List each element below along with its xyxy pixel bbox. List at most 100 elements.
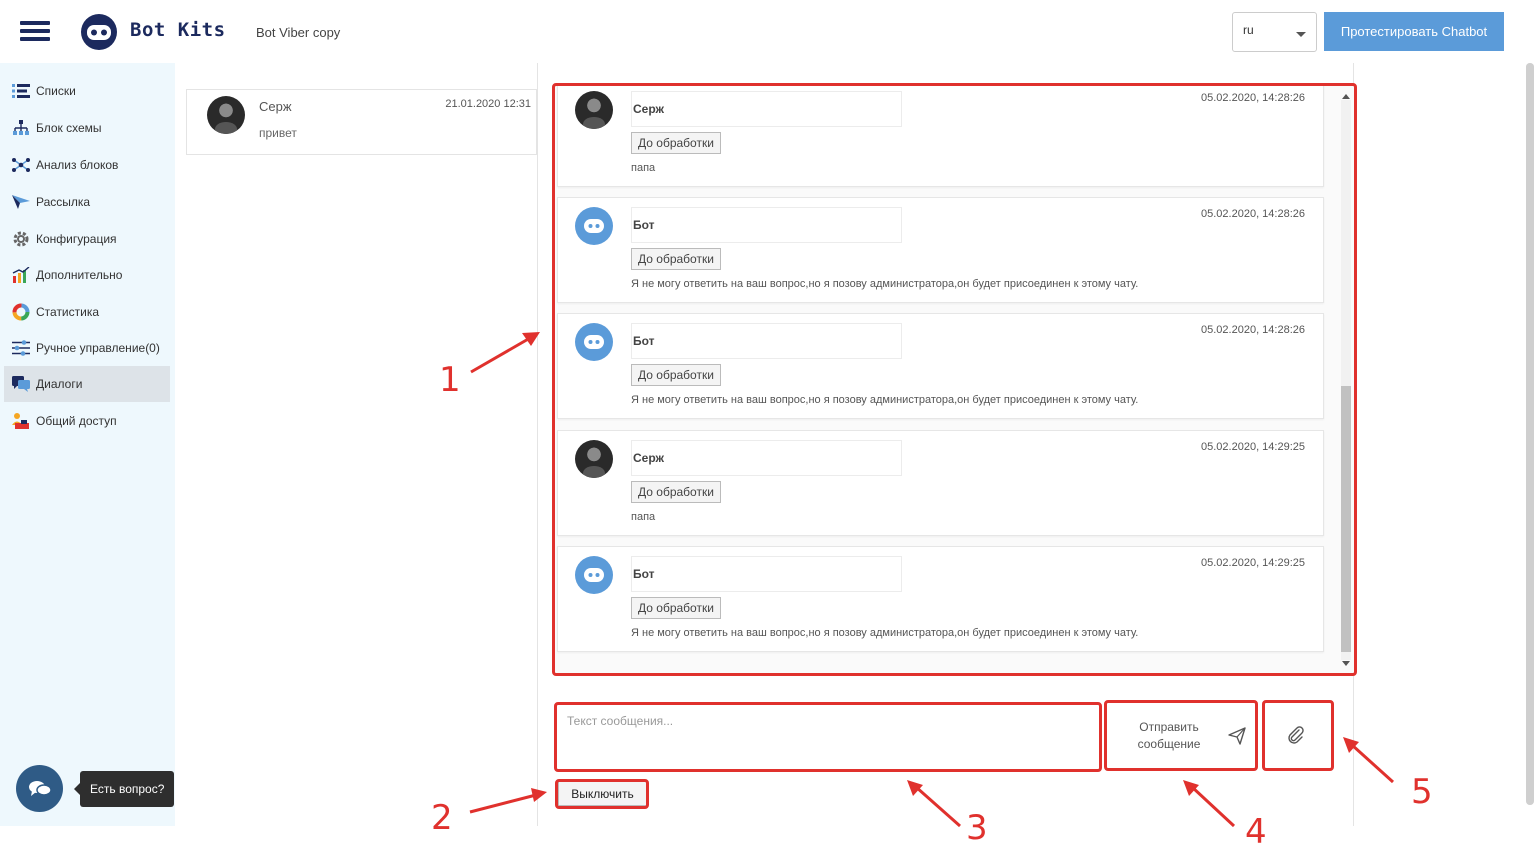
annotation-number: 5	[1411, 772, 1433, 812]
menu-icon[interactable]	[20, 21, 50, 41]
message-item: Бот До обработки Я не могу ответить на в…	[557, 313, 1324, 419]
message-timestamp: 05.02.2020, 14:28:26	[1201, 208, 1305, 220]
sidebar-item-dialogs[interactable]: Диалоги	[4, 366, 170, 402]
sender-name: Бот	[633, 218, 655, 232]
sender-name: Серж	[633, 451, 665, 465]
sender-name: Серж	[633, 102, 665, 116]
message-text: папа	[631, 162, 656, 174]
sidebar: Списки Блок схемы Анализ блоков Рассылка…	[0, 63, 175, 826]
disable-button[interactable]: Выключить	[558, 781, 647, 806]
message-item: Серж До обработки папа 05.02.2020, 14:29…	[557, 430, 1324, 536]
avatar	[575, 323, 613, 361]
stage-button[interactable]: До обработки	[631, 132, 721, 154]
help-chat-button[interactable]	[16, 765, 63, 812]
chat-scrollbar[interactable]	[1338, 88, 1352, 670]
test-chatbot-button[interactable]: Протестировать Chatbot	[1324, 12, 1504, 51]
message-item: Бот До обработки Я не могу ответить на в…	[557, 197, 1324, 303]
sidebar-item-mailing[interactable]: Рассылка	[4, 184, 170, 220]
sender-field: Бот	[631, 556, 902, 592]
sidebar-item-label: Конфигурация	[36, 232, 117, 246]
sidebar-item-configuration[interactable]: Конфигурация	[4, 221, 170, 257]
sender-field: Бот	[631, 207, 902, 243]
shared-access-icon	[10, 412, 32, 430]
message-text: Я не могу ответить на ваш вопрос,но я по…	[631, 627, 1139, 639]
sliders-icon	[10, 339, 32, 357]
message-timestamp: 05.02.2020, 14:29:25	[1201, 557, 1305, 569]
message-timestamp: 05.02.2020, 14:28:26	[1201, 92, 1305, 104]
sidebar-item-manual-control[interactable]: Ручное управление(0)	[4, 330, 170, 366]
annotation-number: 2	[431, 798, 453, 838]
sidebar-item-block-analysis[interactable]: Анализ блоков	[4, 147, 170, 183]
bot-name: Bot Viber copy	[256, 25, 341, 40]
chevron-down-icon	[1296, 32, 1306, 37]
sender-field: Серж	[631, 440, 902, 476]
sender-name: Бот	[633, 567, 655, 581]
paper-plane-icon	[1228, 727, 1246, 748]
sidebar-item-label: Диалоги	[36, 377, 83, 391]
language-select[interactable]: ru	[1232, 12, 1317, 52]
bot-logo-icon	[80, 13, 118, 51]
brand-name: Bot Kits	[130, 19, 226, 41]
page-scrollbar[interactable]	[1526, 63, 1534, 805]
sidebar-item-lists[interactable]: Списки	[4, 73, 170, 109]
sidebar-item-label: Общий доступ	[36, 414, 117, 428]
message-timestamp: 05.02.2020, 14:29:25	[1201, 441, 1305, 453]
stage-button[interactable]: До обработки	[631, 364, 721, 386]
sidebar-item-statistics[interactable]: Статистика	[4, 294, 170, 330]
message-item: Серж До обработки папа 05.02.2020, 14:28…	[557, 84, 1324, 187]
message-text: Я не могу ответить на ваш вопрос,но я по…	[631, 394, 1139, 406]
avatar	[207, 96, 245, 134]
sidebar-item-label: Списки	[36, 84, 76, 98]
scrollbar-thumb[interactable]	[1341, 386, 1351, 652]
scroll-up-icon[interactable]	[1342, 94, 1350, 99]
list-icon	[10, 82, 32, 100]
scroll-down-icon[interactable]	[1342, 661, 1350, 666]
message-item: Бот До обработки Я не могу ответить на в…	[557, 546, 1324, 652]
message-text: папа	[631, 511, 656, 523]
message-text: Я не могу ответить на ваш вопрос,но я по…	[631, 278, 1139, 290]
language-value: ru	[1243, 23, 1254, 37]
page-scrollbar-thumb[interactable]	[1526, 63, 1534, 805]
bot-face-icon	[584, 568, 604, 582]
sidebar-item-shared-access[interactable]: Общий доступ	[4, 403, 170, 439]
attach-file-button[interactable]	[1264, 700, 1334, 771]
bar-chart-icon	[10, 266, 32, 284]
dialog-name: Серж	[259, 99, 292, 114]
sidebar-item-label: Ручное управление(0)	[36, 341, 160, 355]
bot-face-icon	[584, 335, 604, 349]
sidebar-item-label: Анализ блоков	[36, 158, 119, 172]
message-input[interactable]	[556, 703, 1100, 771]
sidebar-item-label: Рассылка	[36, 195, 91, 209]
block-analysis-icon	[10, 156, 32, 174]
sidebar-item-label: Блок схемы	[36, 121, 102, 135]
sidebar-item-additional[interactable]: Дополнительно	[4, 257, 170, 293]
sender-field: Бот	[631, 323, 902, 359]
send-plane-icon	[10, 193, 32, 211]
bot-face-icon	[584, 219, 604, 233]
stage-button[interactable]: До обработки	[631, 481, 721, 503]
avatar	[575, 207, 613, 245]
avatar	[575, 440, 613, 478]
stage-button[interactable]: До обработки	[631, 248, 721, 270]
sender-field: Серж	[631, 91, 902, 127]
donut-chart-icon	[10, 303, 32, 321]
dialog-date: 21.01.2020 12:31	[445, 98, 531, 110]
sender-name: Бот	[633, 334, 655, 348]
chat-bubbles-icon	[28, 780, 52, 796]
sidebar-item-label: Статистика	[36, 305, 100, 319]
help-tooltip[interactable]: Есть вопрос?	[73, 771, 175, 807]
stage-button[interactable]: До обработки	[631, 597, 721, 619]
app-root: Bot Kits Bot Viber copy ru Протестироват…	[0, 0, 1536, 860]
dialog-list-item[interactable]: Серж привет 21.01.2020 12:31	[186, 89, 537, 155]
send-message-button[interactable]: Отправить сообщение	[1105, 700, 1258, 771]
sidebar-item-flowchart[interactable]: Блок схемы	[4, 110, 170, 146]
sidebar-item-label: Дополнительно	[36, 268, 123, 282]
chat-icon	[10, 375, 32, 393]
flowchart-icon	[10, 119, 32, 137]
message-history[interactable]: Серж До обработки папа 05.02.2020, 14:28…	[555, 84, 1355, 675]
message-timestamp: 05.02.2020, 14:28:26	[1201, 324, 1305, 336]
avatar	[575, 91, 613, 129]
annotation-number: 1	[439, 360, 461, 400]
send-message-label: Отправить сообщение	[1137, 720, 1201, 751]
avatar	[575, 556, 613, 594]
